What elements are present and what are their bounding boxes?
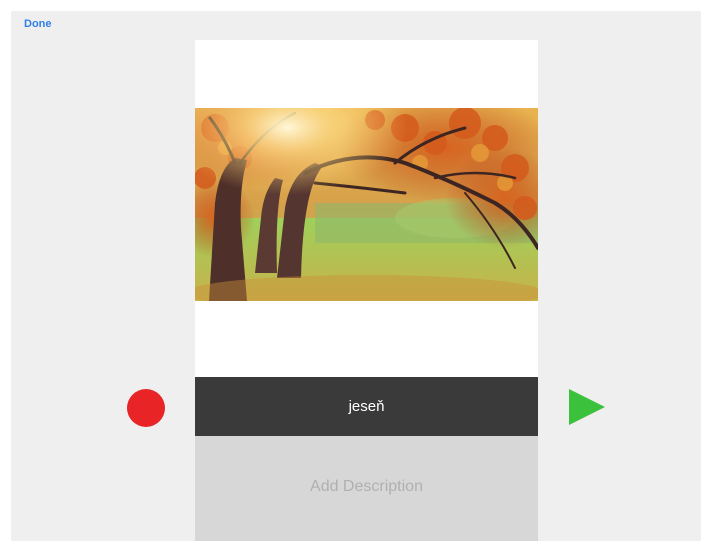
card-title: jeseň [348,398,385,415]
record-button[interactable] [127,389,165,427]
done-button[interactable]: Done [24,18,52,30]
card-title-bar: jeseň [195,377,538,436]
description-placeholder: Add Description [310,477,423,495]
play-button[interactable] [569,389,605,425]
description-field[interactable]: Add Description [195,436,538,541]
card-image [195,108,538,301]
